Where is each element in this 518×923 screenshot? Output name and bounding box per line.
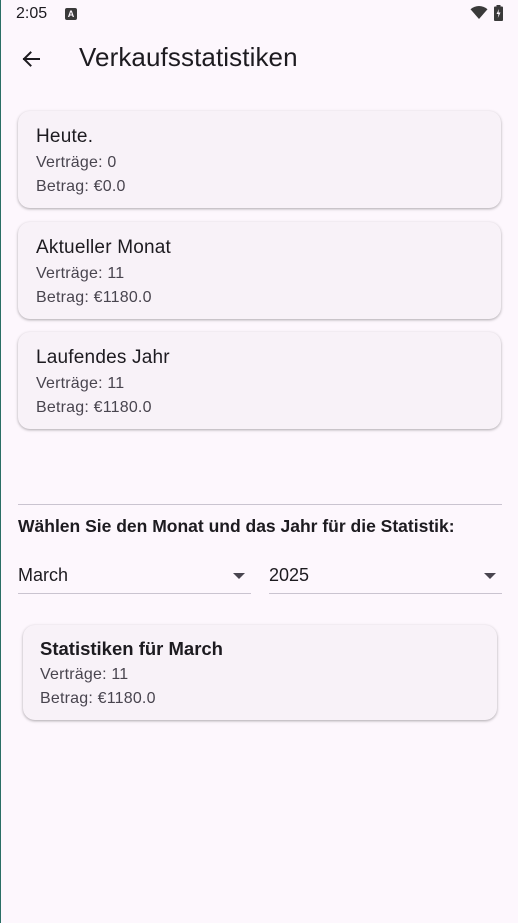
divider	[18, 504, 502, 505]
current-month-stats-card: Aktueller Monat Verträge: 11 Betrag: €11…	[18, 222, 501, 319]
contracts-count: Verträge: 0	[36, 154, 117, 171]
status-time: 2:05	[16, 5, 48, 22]
today-stats-card: Heute. Verträge: 0 Betrag: €0.0	[18, 111, 501, 208]
back-button[interactable]	[14, 42, 48, 76]
dropdown-arrow-icon	[484, 573, 496, 579]
status-bar: 2:05 A	[0, 0, 518, 30]
battery-icon	[494, 5, 503, 21]
page-title: Verkaufsstatistiken	[79, 42, 298, 72]
a-notification-icon: A	[65, 8, 77, 20]
wifi-icon	[470, 6, 488, 19]
card-title: Laufendes Jahr	[36, 347, 170, 368]
selection-heading: Wählen Sie den Monat und das Jahr für di…	[18, 516, 455, 536]
month-dropdown[interactable]: March	[18, 560, 251, 594]
current-year-stats-card: Laufendes Jahr Verträge: 11 Betrag: €118…	[18, 332, 501, 429]
amount-value: Betrag: €0.0	[36, 178, 126, 195]
month-stats-card: Statistiken für March Verträge: 11 Betra…	[23, 625, 497, 720]
contracts-count: Verträge: 11	[40, 666, 129, 683]
arrow-back-icon	[22, 51, 40, 67]
app-bar: Verkaufsstatistiken	[0, 30, 518, 86]
year-dropdown[interactable]: 2025	[269, 560, 502, 594]
window-edge	[0, 0, 1, 923]
card-title: Aktueller Monat	[36, 237, 172, 258]
amount-value: Betrag: €1180.0	[36, 289, 152, 306]
year-dropdown-value: 2025	[269, 565, 310, 585]
month-dropdown-value: March	[18, 565, 69, 585]
amount-value: Betrag: €1180.0	[36, 399, 152, 416]
amount-value: Betrag: €1180.0	[40, 690, 156, 707]
contracts-count: Verträge: 11	[36, 375, 125, 392]
month-stats-title: Statistiken für March	[40, 638, 223, 659]
contracts-count: Verträge: 11	[36, 265, 125, 282]
card-title: Heute.	[36, 126, 94, 147]
dropdown-arrow-icon	[233, 573, 245, 579]
